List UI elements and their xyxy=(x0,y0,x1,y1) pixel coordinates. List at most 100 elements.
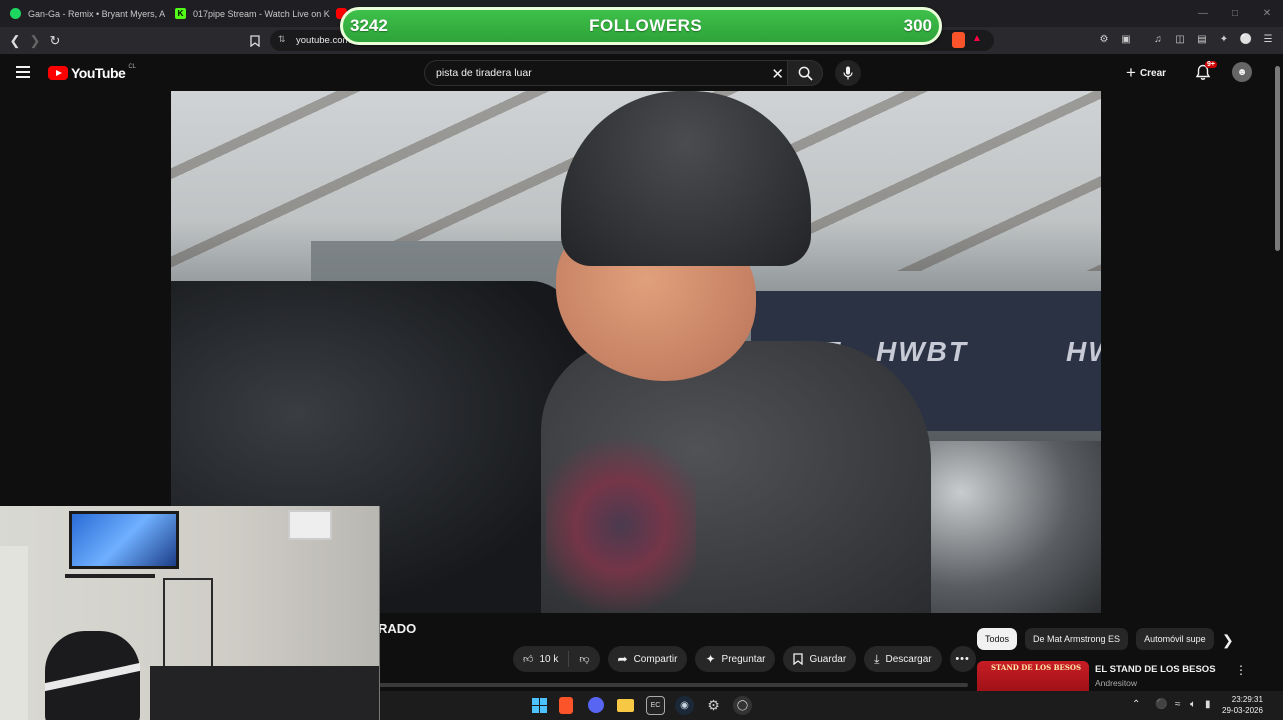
notification-badge: 9+ xyxy=(1205,61,1217,68)
clock-time: 23:29:31 xyxy=(1231,695,1263,704)
room-shelf xyxy=(163,578,213,676)
kick-icon: K xyxy=(175,8,186,19)
clear-search-icon[interactable]: ✕ xyxy=(771,65,784,83)
extensions-icon[interactable]: ⚙ xyxy=(1097,31,1111,47)
tray-mic-icon[interactable]: ⚫ xyxy=(1155,699,1167,710)
voice-search-button[interactable] xyxy=(835,60,861,86)
search-icon xyxy=(798,66,813,81)
recommended-title[interactable]: EL STAND DE LOS BESOS xyxy=(1095,664,1216,675)
system-clock[interactable]: 23:29:31 29-03-2026 xyxy=(1222,694,1263,716)
thumbnail-text: STAND DE LOS BESOS xyxy=(991,663,1082,672)
followers-goal: 300 xyxy=(903,16,932,35)
search-input[interactable]: pista de tiradera luar ✕ xyxy=(424,60,790,86)
tab-title: Gan-Ga - Remix • Bryant Myers, A xyxy=(28,8,165,19)
sidebar-icon[interactable]: ◫ xyxy=(1173,31,1187,47)
screenshot-icon[interactable]: ▣ xyxy=(1119,31,1133,47)
ask-label: Preguntar xyxy=(721,653,766,665)
notifications-button[interactable]: 9+ xyxy=(1195,61,1217,82)
youtube-play-icon xyxy=(48,66,68,80)
obs-icon[interactable]: ◯ xyxy=(733,696,752,715)
video-actions: 👍︎ 10 k 👎︎ ➦ Compartir ✦ Preguntar Guard… xyxy=(513,646,976,672)
forward-icon[interactable]: ❯ xyxy=(25,31,45,51)
clock-date: 29-03-2026 xyxy=(1222,706,1263,715)
close-window-icon[interactable]: ✕ xyxy=(1251,0,1283,27)
wallet-icon[interactable]: ▤ xyxy=(1195,31,1209,47)
window-controls: — □ ✕ xyxy=(1187,0,1283,27)
steam-icon[interactable]: ◉ xyxy=(675,696,694,715)
thumbs-up-icon: 👍︎ xyxy=(523,654,534,665)
like-button[interactable]: 👍︎ 10 k xyxy=(513,646,568,672)
volume-icon[interactable]: 🔈︎ xyxy=(1190,699,1196,710)
tab-spotify[interactable]: Gan-Ga - Remix • Bryant Myers, A xyxy=(0,0,165,27)
windows-start-icon[interactable] xyxy=(530,696,549,715)
back-icon[interactable]: ❮ xyxy=(5,31,25,51)
minimize-icon[interactable]: — xyxy=(1187,0,1219,27)
menu-hamburger-icon[interactable] xyxy=(16,66,30,78)
kebab-menu-icon[interactable]: ⋮ xyxy=(1235,663,1247,677)
chip-all[interactable]: Todos xyxy=(977,628,1018,650)
sparkle-icon: ✦ xyxy=(705,652,716,666)
brave-shields-icon[interactable] xyxy=(952,32,965,48)
recommended-video[interactable]: STAND DE LOS BESOS EL STAND DE LOS BESOS… xyxy=(977,661,1257,691)
section-divider xyxy=(378,683,968,687)
share-icon: ➦ xyxy=(617,652,628,666)
tab-kick[interactable]: K 017pipe Stream - Watch Live on Kick xyxy=(165,0,330,27)
taskbar: EC ◉ ⚙ ◯ ⌃ ⚫ ≈ 🔈︎ ▮ 23:29:31 29-03-2026 xyxy=(380,691,1283,720)
brave-taskbar-icon[interactable] xyxy=(559,697,573,714)
discord-icon[interactable] xyxy=(588,697,604,713)
media-icon[interactable]: ♫ xyxy=(1151,31,1165,47)
wall-picture xyxy=(288,510,332,540)
dislike-button[interactable]: 👎︎ xyxy=(569,646,599,672)
plus-icon: + xyxy=(1126,63,1136,82)
room-tv xyxy=(69,511,179,569)
save-button[interactable]: Guardar xyxy=(783,646,857,672)
wifi-icon[interactable]: ≈ xyxy=(1175,699,1181,710)
related-chips: Todos De Mat Armstrong ES Automóvil supe xyxy=(977,628,1217,650)
save-label: Guardar xyxy=(809,653,847,665)
menu-icon[interactable]: ☰ xyxy=(1261,31,1275,47)
followers-current: 3242 xyxy=(350,16,388,35)
wall-rack xyxy=(65,574,155,578)
url-text: youtube.com xyxy=(296,35,351,46)
recommended-thumbnail[interactable]: STAND DE LOS BESOS xyxy=(977,661,1089,691)
chip-channel[interactable]: De Mat Armstrong ES xyxy=(1025,628,1129,650)
bookmark-icon[interactable] xyxy=(245,31,265,51)
battery-icon[interactable]: ▮ xyxy=(1205,699,1211,710)
chip-topic[interactable]: Automóvil supe xyxy=(1136,628,1214,650)
settings-gear-icon[interactable]: ⚙ xyxy=(704,696,723,715)
more-actions-icon[interactable]: ••• xyxy=(949,646,976,672)
extension-icons: ⚙ ▣ ♫ ◫ ▤ ✦ ⚪ ☰ xyxy=(1097,31,1275,47)
page-scrollbar[interactable] xyxy=(1272,54,1283,694)
site-info-icon[interactable]: ⇅ xyxy=(278,34,286,45)
room-door xyxy=(0,546,28,720)
followers-goal-bar: 3242 FOLLOWERS 300 xyxy=(340,7,942,45)
banner-brand-text: HWBT xyxy=(876,336,968,367)
file-explorer-icon[interactable] xyxy=(617,699,634,712)
scrollbar-thumb[interactable] xyxy=(1275,66,1280,251)
followers-label: FOLLOWERS xyxy=(589,16,703,35)
banner-brand-text: HWBT xyxy=(1066,336,1101,367)
leo-icon[interactable]: ✦ xyxy=(1217,31,1231,47)
avatar[interactable]: ☻ xyxy=(1232,62,1252,82)
thumbs-down-icon: 👎︎ xyxy=(579,654,590,665)
gaming-chair xyxy=(45,631,140,720)
download-button[interactable]: ⤓ Descargar xyxy=(864,646,942,672)
search-button[interactable] xyxy=(787,60,823,86)
create-button[interactable]: + Crear xyxy=(1126,63,1166,83)
share-button[interactable]: ➦ Compartir xyxy=(607,646,688,672)
microphone-icon xyxy=(843,66,853,80)
chevron-right-icon[interactable]: ❯ xyxy=(1222,632,1234,649)
maximize-icon[interactable]: □ xyxy=(1219,0,1251,27)
download-label: Descargar xyxy=(885,653,932,665)
recommended-channel[interactable]: Andresitow xyxy=(1095,678,1137,688)
vpn-icon[interactable]: ⚪ xyxy=(1239,31,1253,47)
youtube-logo[interactable]: YouTube CL xyxy=(48,64,136,81)
brave-rewards-icon[interactable]: ▲ xyxy=(972,33,982,44)
youtube-header: YouTube CL pista de tiradera luar ✕ + Cr… xyxy=(0,54,1272,91)
ask-button[interactable]: ✦ Preguntar xyxy=(695,646,776,672)
tray-chevron-icon[interactable]: ⌃ xyxy=(1132,699,1140,710)
share-label: Compartir xyxy=(633,653,678,665)
terminal-icon[interactable]: EC xyxy=(646,696,665,715)
reload-icon[interactable]: ↻ xyxy=(45,31,65,51)
video-title: RADO xyxy=(378,621,417,636)
